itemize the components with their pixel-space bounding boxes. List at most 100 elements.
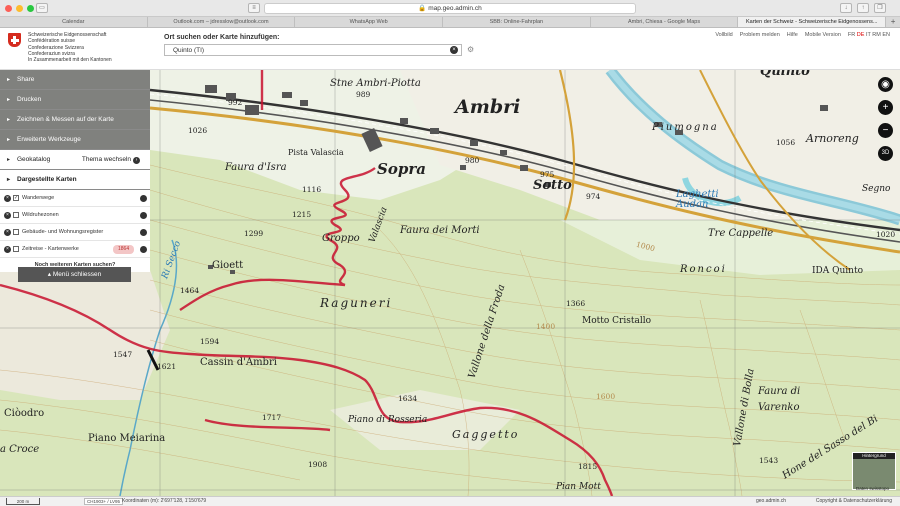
minimize-window-button[interactable] xyxy=(16,5,23,12)
share-icon[interactable]: ↑ xyxy=(857,3,869,13)
label-groppo: Groppo xyxy=(322,233,360,244)
projection-select[interactable]: CH1903+ / LV95 xyxy=(84,498,124,505)
tab-map-geo-admin[interactable]: Karten der Schweiz - Schweizerische Eidg… xyxy=(738,17,887,27)
status-footer: 200 m CH1903+ / LV95 Koordinaten (m): 2'… xyxy=(0,496,900,506)
year-badge[interactable]: 1864 xyxy=(113,245,135,254)
geo-admin-link[interactable]: geo.admin.ch xyxy=(756,497,786,506)
download-icon[interactable]: ↓ xyxy=(840,3,852,13)
layer-settings-icon[interactable] xyxy=(140,195,147,202)
label-pista: Pista Valascia xyxy=(288,148,344,157)
mobile-version-link[interactable]: Mobile Version xyxy=(805,32,841,38)
zoom-in-button[interactable]: + xyxy=(878,100,893,115)
label-faura-isra: Faura d'Isra xyxy=(225,162,287,173)
label-pian-mott: Pian Mott xyxy=(556,482,601,492)
remove-layer-icon[interactable]: × xyxy=(4,229,11,236)
height-1815: 1815 xyxy=(578,462,598,471)
help-link[interactable]: Hilfe xyxy=(787,32,798,38)
label-faura-varenko: Faura di Varenko xyxy=(758,386,801,413)
label-piano-rosseria: Piano di Rosseria xyxy=(348,415,428,425)
label-ciodro: Ciòodro xyxy=(4,408,45,419)
height-1299: 1299 xyxy=(244,229,264,238)
height-1026: 1026 xyxy=(188,126,208,135)
copyright-link[interactable]: Copyright & Datenschutzerklärung xyxy=(816,497,892,506)
menu-draw-measure[interactable]: Zeichnen & Messen auf der Karte xyxy=(0,110,150,130)
remove-layer-icon[interactable]: × xyxy=(4,212,11,219)
tab-outlook[interactable]: Outlook.com – jdresslow@outlook.com xyxy=(148,17,296,27)
reader-icon[interactable]: ≡ xyxy=(248,3,260,13)
layer-row[interactable]: × Gebäude- und Wohnungsregister xyxy=(0,224,150,241)
search-input[interactable]: Quinto (TI) xyxy=(164,44,462,56)
menu-share[interactable]: Share xyxy=(0,70,150,90)
tab-whatsapp[interactable]: WhatsApp Web xyxy=(295,17,444,27)
tabs-overview-icon[interactable]: ❐ xyxy=(874,3,886,13)
lang-it[interactable]: IT xyxy=(866,32,871,38)
remove-layer-icon[interactable]: × xyxy=(4,246,11,253)
layer-label: Zeitreise - Kartenwerke xyxy=(22,246,79,252)
search-settings-icon[interactable]: ⚙ xyxy=(467,45,474,54)
shown-maps-label: Dargestellte Karten xyxy=(17,176,77,183)
layer-checkbox[interactable]: ✓ xyxy=(13,195,19,201)
layer-row[interactable]: × Zeitreise - Kartenwerke 1864 xyxy=(0,241,150,258)
menu-advanced-tools[interactable]: Erweiterte Werkzeuge xyxy=(0,130,150,150)
layer-settings-icon[interactable] xyxy=(140,229,147,236)
background-switcher[interactable]: Hintergrund xyxy=(852,452,896,490)
label-gaggetto: Gaggetto xyxy=(452,428,520,441)
layer-checkbox[interactable] xyxy=(13,246,19,252)
clear-search-icon[interactable]: × xyxy=(450,46,458,54)
chevron-right-icon: › xyxy=(133,157,140,164)
tab-calendar[interactable]: Calendar xyxy=(0,17,148,27)
height-980: 980 xyxy=(465,156,480,165)
menu-shown-maps[interactable]: Dargestellte Karten xyxy=(0,170,150,190)
label-piumogna: Piumogna xyxy=(652,122,719,133)
layer-settings-icon[interactable] xyxy=(140,212,147,219)
layer-row[interactable]: × ✓ Wanderwege xyxy=(0,190,150,207)
browser-toolbar: ▭ ≡ 🔒 map.geo.admin.ch ↓ ↑ ❐ xyxy=(0,0,900,17)
language-switcher: FR DE IT RM EN xyxy=(848,32,890,38)
3d-toggle-button[interactable]: 3D xyxy=(878,146,893,161)
tab-sbb[interactable]: SBB: Online-Fahrplan xyxy=(443,17,591,27)
layer-row[interactable]: × Wildruhezonen xyxy=(0,207,150,224)
remove-layer-icon[interactable]: × xyxy=(4,195,11,202)
layer-label: Wanderwege xyxy=(22,195,55,201)
label-tre-cappelle: Tre Cappelle xyxy=(708,228,774,239)
label-segno: Segno xyxy=(862,184,891,194)
layer-checkbox[interactable] xyxy=(13,229,19,235)
theme-change-label: Thema wechseln xyxy=(81,156,131,163)
scale-bar: 200 m xyxy=(6,498,40,505)
tab-google-maps[interactable]: Ambri, Chiesa - Google Maps xyxy=(591,17,739,27)
close-window-button[interactable] xyxy=(5,5,12,12)
confederation-text: Schweizerische Eidgenossenschaft Confédé… xyxy=(28,32,112,63)
layer-label: Wildruhezonen xyxy=(22,212,59,218)
height-975: 975 xyxy=(540,170,555,179)
sidebar-toggle-icon[interactable]: ▭ xyxy=(36,3,48,13)
layer-checkbox[interactable] xyxy=(13,212,19,218)
label-sotto: Sotto xyxy=(533,178,572,193)
fullscreen-link[interactable]: Vollbild xyxy=(715,32,732,38)
height-1215: 1215 xyxy=(292,210,312,219)
search-label: Ort suchen oder Karte hinzufügen: xyxy=(164,34,280,41)
tab-bar: Calendar Outlook.com – jdresslow@outlook… xyxy=(0,17,900,28)
close-menu-button[interactable]: ▴ Menü schliessen xyxy=(18,267,131,282)
zoom-out-button[interactable]: − xyxy=(878,123,893,138)
report-problem-link[interactable]: Problem melden xyxy=(740,32,780,38)
menu-geokatalog[interactable]: Geokatalog Thema wechseln› xyxy=(0,150,150,170)
maximize-window-button[interactable] xyxy=(27,5,34,12)
lang-en[interactable]: EN xyxy=(882,32,890,38)
lang-fr[interactable]: FR xyxy=(848,32,855,38)
lang-de[interactable]: DE xyxy=(857,32,865,38)
label-gioett: Gioett xyxy=(212,260,244,271)
lang-rm[interactable]: RM xyxy=(872,32,881,38)
geolocate-button[interactable]: ◉ xyxy=(878,77,893,92)
height-1717: 1717 xyxy=(262,413,282,422)
layer-settings-icon[interactable] xyxy=(140,246,147,253)
label-cassin: Cassin d'Ambri xyxy=(200,357,277,368)
label-motto: Motto Cristallo xyxy=(582,316,651,326)
contour-1600: 1600 xyxy=(596,392,616,401)
height-1547: 1547 xyxy=(113,350,133,359)
height-1056: 1056 xyxy=(776,138,796,147)
url-bar[interactable]: 🔒 map.geo.admin.ch xyxy=(264,3,636,14)
menu-print[interactable]: Drucken xyxy=(0,90,150,110)
theme-change-button[interactable]: Thema wechseln › xyxy=(82,150,140,170)
new-tab-icon[interactable]: + xyxy=(886,17,900,27)
label-raguneri: Raguneri xyxy=(320,296,393,310)
